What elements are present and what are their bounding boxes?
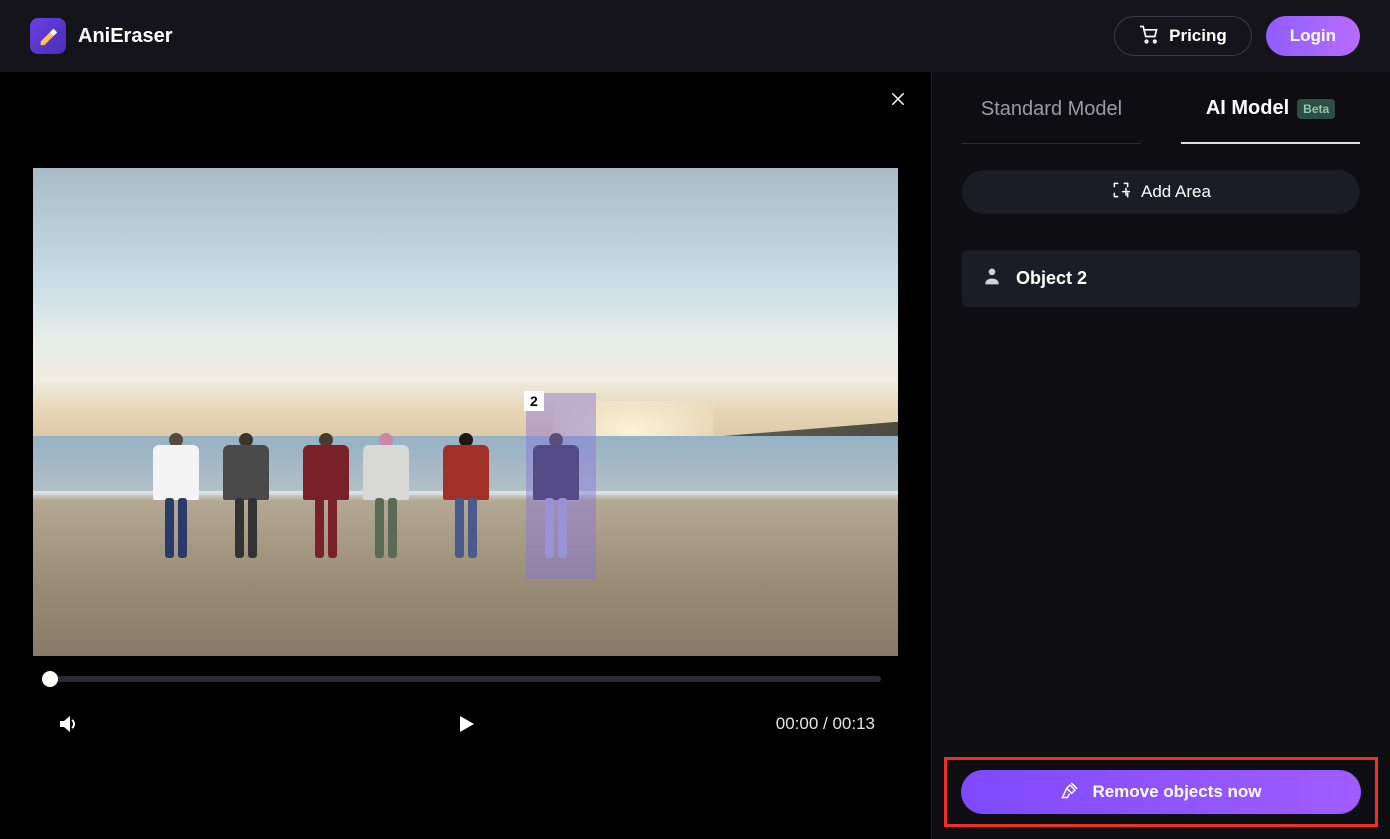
- person-silhouette: [153, 433, 199, 558]
- tab-ai-model[interactable]: AI Model Beta: [1181, 97, 1360, 144]
- side-panel: Standard Model AI Model Beta Add Area: [932, 72, 1390, 839]
- object-row[interactable]: Object 2: [962, 250, 1360, 307]
- tab-standard-label: Standard Model: [981, 98, 1122, 121]
- person-silhouette: [223, 433, 269, 558]
- pricing-button[interactable]: Pricing: [1114, 16, 1252, 56]
- add-area-label: Add Area: [1141, 182, 1211, 202]
- login-button[interactable]: Login: [1266, 16, 1360, 56]
- login-label: Login: [1290, 26, 1336, 45]
- progress-track[interactable]: [50, 676, 881, 682]
- person-silhouette: [303, 433, 349, 558]
- brand: AniEraser: [30, 18, 173, 54]
- play-button[interactable]: [454, 712, 478, 736]
- remove-objects-button[interactable]: Remove objects now: [961, 770, 1361, 814]
- volume-button[interactable]: [56, 712, 80, 736]
- pricing-label: Pricing: [1169, 26, 1227, 46]
- add-area-icon: [1111, 180, 1131, 205]
- app-logo-icon: [30, 18, 66, 54]
- person-silhouette: [363, 433, 409, 558]
- person-icon: [982, 266, 1002, 291]
- tab-ai-label: AI Model: [1206, 97, 1289, 120]
- video-panel: 2 00:00 / 00:1: [0, 72, 932, 839]
- time-display: 00:00 / 00:13: [776, 714, 875, 734]
- app-header: AniEraser Pricing Login: [0, 0, 1390, 72]
- close-button[interactable]: [889, 90, 907, 113]
- add-area-button[interactable]: Add Area: [962, 170, 1360, 214]
- video-frame[interactable]: 2: [33, 168, 898, 656]
- workspace: 2 00:00 / 00:1: [0, 72, 1390, 839]
- brand-name: AniEraser: [78, 25, 173, 48]
- selection-label: 2: [524, 391, 544, 411]
- header-actions: Pricing Login: [1114, 16, 1360, 56]
- person-silhouette: [443, 433, 489, 558]
- remove-highlight-frame: Remove objects now: [944, 757, 1378, 827]
- total-time: 00:13: [832, 714, 875, 733]
- object-selection-box[interactable]: 2: [526, 393, 596, 579]
- tab-standard-model[interactable]: Standard Model: [962, 98, 1141, 144]
- remove-label: Remove objects now: [1092, 782, 1261, 802]
- current-time: 00:00: [776, 714, 819, 733]
- beta-badge: Beta: [1297, 99, 1335, 119]
- sky-layer: [33, 168, 898, 451]
- video-controls: 00:00 / 00:13: [0, 676, 931, 756]
- broom-icon: [1060, 780, 1080, 805]
- cart-icon: [1139, 24, 1159, 49]
- progress-thumb[interactable]: [42, 671, 58, 687]
- model-tabs: Standard Model AI Model Beta: [962, 72, 1360, 144]
- object-label: Object 2: [1016, 268, 1087, 289]
